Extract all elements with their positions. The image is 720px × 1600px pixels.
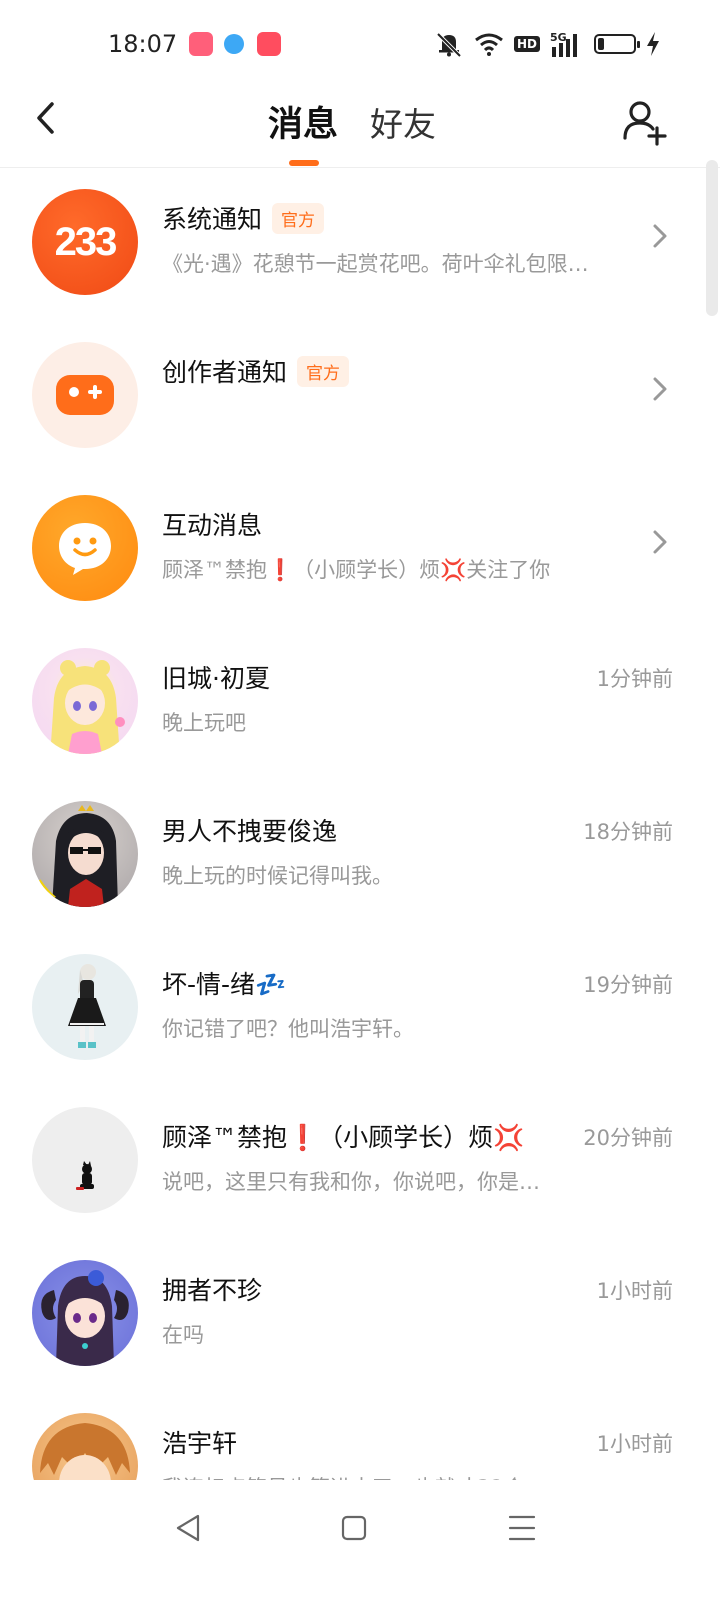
chevron-left-icon xyxy=(37,102,54,134)
add-friend-button[interactable] xyxy=(622,98,668,148)
avatar xyxy=(32,1413,138,1480)
conversation-name: 旧城·初夏 xyxy=(162,664,270,693)
message-preview: 《光·遇》花憩节一起赏花吧。荷叶伞礼包限… xyxy=(162,252,589,276)
conversation-name: 创作者通知 xyxy=(162,358,288,387)
chevron-right-icon xyxy=(653,377,667,401)
avatar xyxy=(32,801,138,907)
conversation-name: 互动消息 xyxy=(162,511,263,540)
avatar xyxy=(32,342,138,448)
charging-icon xyxy=(647,32,659,56)
chat-bubble-smile-icon xyxy=(59,523,111,575)
avatar xyxy=(32,495,138,601)
tab-friends[interactable]: 好友 xyxy=(370,98,436,146)
list-item-system-notice[interactable]: 233 系统通知 官方 《光·遇》花憩节一起赏花吧。荷叶伞礼包限… xyxy=(0,168,720,321)
battery-icon xyxy=(594,34,640,54)
mute-icon xyxy=(436,32,462,57)
small-black-figure-avatar xyxy=(76,1161,94,1190)
wifi-icon xyxy=(475,33,503,56)
gamepad-icon xyxy=(56,375,114,415)
menu-lines-icon[interactable] xyxy=(502,1508,542,1548)
conversation-name: 拥者不珍 xyxy=(162,1276,263,1305)
system-nav-bar xyxy=(0,1480,720,1600)
top-header: 消息 好友 xyxy=(0,90,720,168)
tab-messages[interactable]: 消息 xyxy=(268,96,338,147)
chevron-right-icon xyxy=(653,530,667,554)
list-item-chat[interactable]: 顾泽™禁抱❗（小顾学长）烦💢 说吧，这里只有我和你，你说吧，你是… 20分钟前 xyxy=(0,1086,720,1239)
list-item-chat[interactable]: 浩宇轩 我连标点符号也算进去了，也就才32个 1小时前 xyxy=(0,1392,720,1480)
official-badge: 官方 xyxy=(272,202,325,234)
list-item-creator-notice[interactable]: 创作者通知 官方 xyxy=(0,321,720,474)
message-time: 1小时前 xyxy=(596,1279,673,1303)
message-time: 18分钟前 xyxy=(583,820,673,844)
conversation-name: 坏-情-绪💤 xyxy=(162,970,287,999)
back-button[interactable] xyxy=(30,98,70,148)
message-list: 233 系统通知 官方 《光·遇》花憩节一起赏花吧。荷叶伞礼包限… 创作者通知 … xyxy=(0,168,720,1480)
conversation-name: 浩宇轩 xyxy=(162,1429,238,1458)
avatar xyxy=(32,1107,138,1213)
message-preview: 在吗 xyxy=(162,1323,204,1347)
status-bar: 18:07 HD 5G xyxy=(0,0,720,90)
status-time: 18:07 xyxy=(108,30,178,58)
conversation-name: 顾泽™禁抱❗（小顾学长）烦💢 xyxy=(162,1123,525,1152)
message-time: 1分钟前 xyxy=(596,667,673,691)
message-preview: 顾泽™禁抱❗（小顾学长）烦💢关注了你 xyxy=(162,558,551,582)
avatar xyxy=(32,954,138,1060)
list-item-chat[interactable]: 坏-情-绪💤 你记错了吧？他叫浩宇轩。 19分钟前 xyxy=(0,933,720,1086)
active-tab-indicator xyxy=(289,160,319,166)
list-item-interaction-messages[interactable]: 互动消息 顾泽™禁抱❗（小顾学长）烦💢关注了你 xyxy=(0,474,720,627)
add-user-icon xyxy=(623,101,667,146)
svg-text:5G: 5G xyxy=(550,31,567,44)
official-badge: 官方 xyxy=(297,355,350,387)
avatar: 233 xyxy=(32,189,138,295)
avatar-233-logo: 233 xyxy=(54,219,118,264)
message-time: 20分钟前 xyxy=(583,1126,673,1150)
avatar xyxy=(32,648,138,754)
anime-girl-avatar xyxy=(50,660,125,754)
list-item-chat[interactable]: 拥者不珍 在吗 1小时前 xyxy=(0,1239,720,1392)
conversation-name: 男人不拽要俊逸 xyxy=(162,817,338,846)
message-preview: 我连标点符号也算进去了，也就才32个 xyxy=(162,1472,632,1480)
home-square-icon[interactable] xyxy=(334,1508,374,1548)
sunglasses-character-avatar xyxy=(35,805,118,907)
message-time: 1小时前 xyxy=(596,1432,673,1456)
5g-signal-icon: 5G xyxy=(550,31,577,57)
message-preview: 你记错了吧？他叫浩宇轩。 xyxy=(162,1017,414,1041)
avatar xyxy=(32,1260,138,1366)
message-preview: 晚上玩吧 xyxy=(162,711,246,735)
status-icons: HD 5G xyxy=(434,28,660,60)
gothic-dress-character-avatar xyxy=(68,964,106,1048)
message-preview: 说吧，这里只有我和你，你说吧，你是… xyxy=(162,1170,540,1194)
list-item-chat[interactable]: 旧城·初夏 晚上玩吧 1分钟前 xyxy=(0,627,720,780)
message-preview: 晚上玩的时候记得叫我。 xyxy=(162,864,393,888)
message-time: 19分钟前 xyxy=(583,973,673,997)
notification-app-icon xyxy=(257,32,281,56)
chevron-right-icon xyxy=(653,224,667,248)
notification-app-icon xyxy=(189,32,213,56)
horned-girl-avatar xyxy=(41,1270,129,1366)
hd-icon: HD xyxy=(513,36,540,52)
conversation-name: 系统通知 xyxy=(162,205,263,234)
list-item-chat[interactable]: 男人不拽要俊逸 晚上玩的时候记得叫我。 18分钟前 xyxy=(0,780,720,933)
notification-app-icon xyxy=(224,34,244,54)
brown-hair-boy-avatar xyxy=(40,1423,130,1480)
back-triangle-icon[interactable] xyxy=(170,1508,210,1548)
